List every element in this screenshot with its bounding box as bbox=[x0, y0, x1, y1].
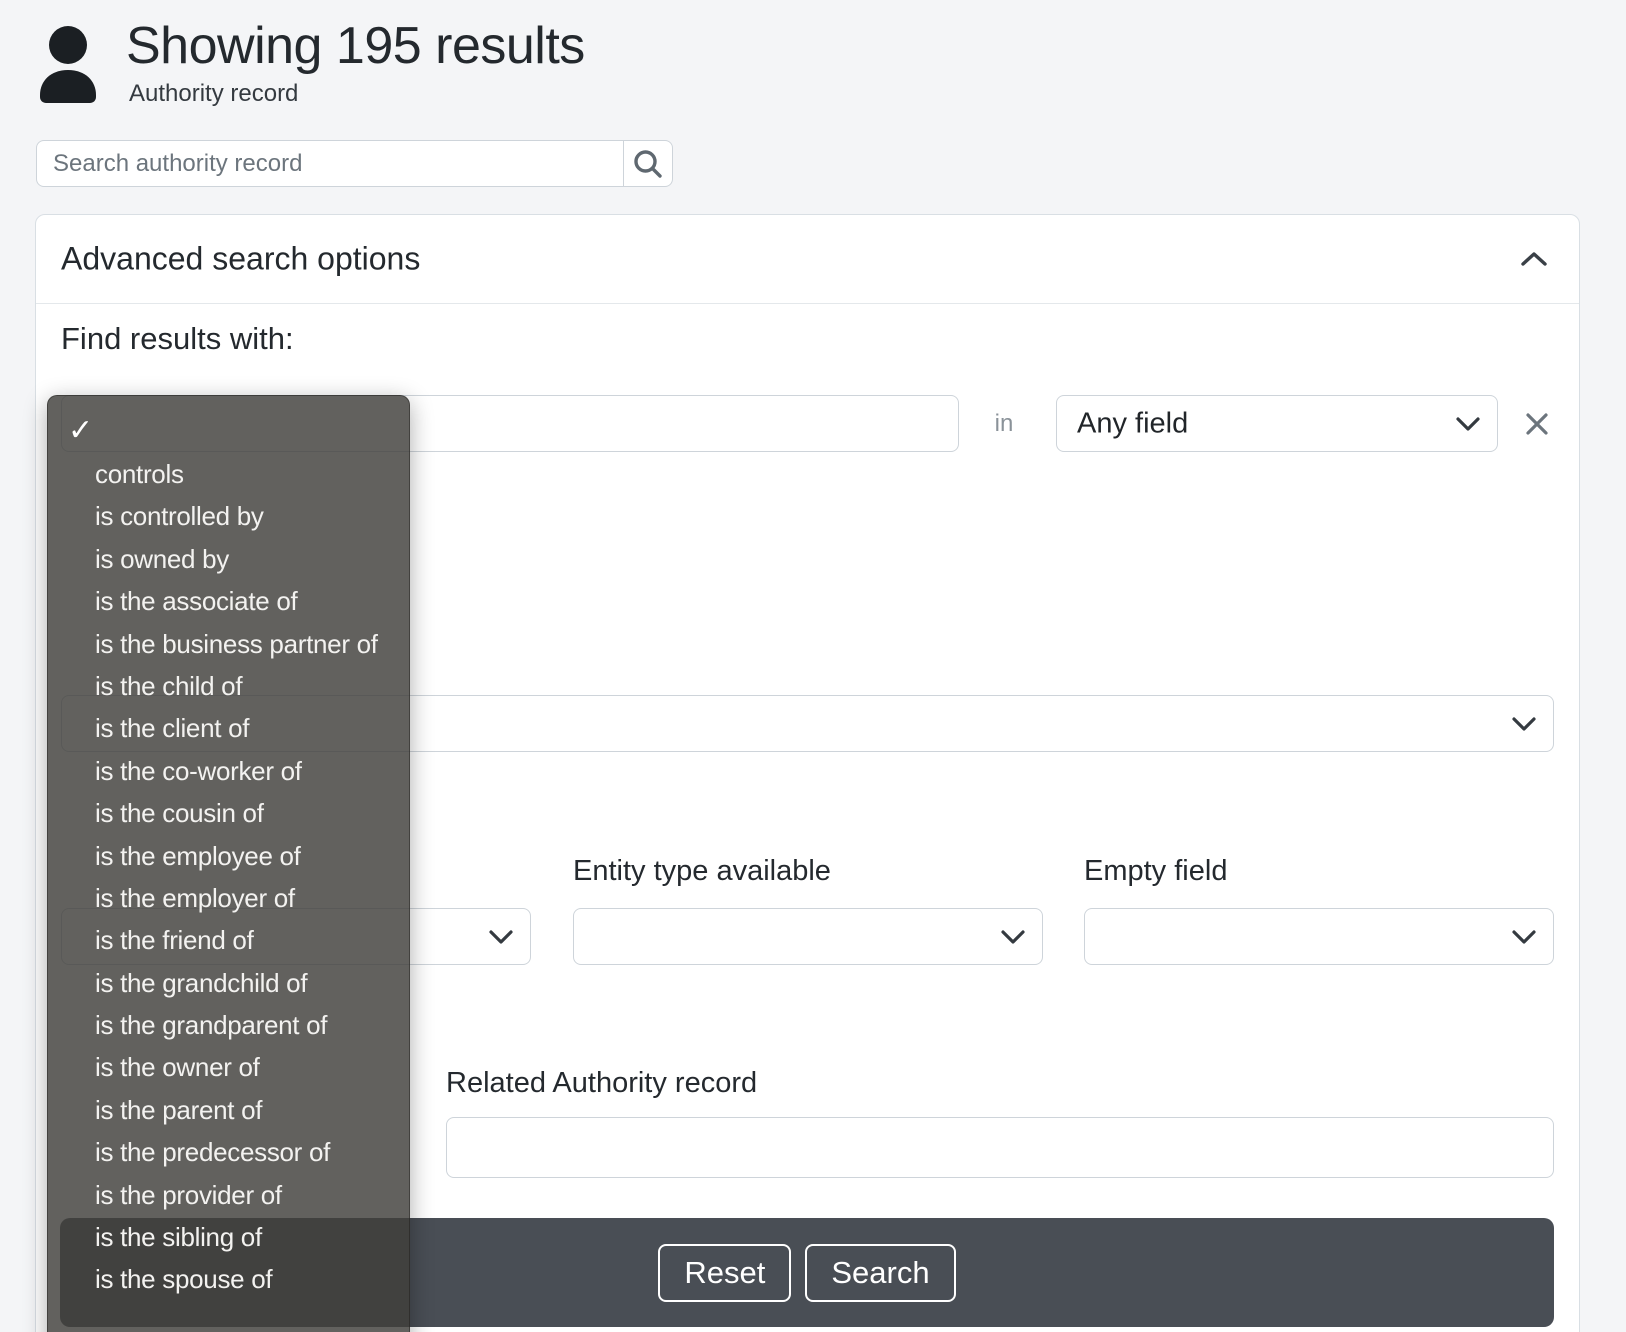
search-submit-button[interactable] bbox=[623, 141, 672, 186]
dropdown-option[interactable]: is owned by bbox=[48, 538, 409, 580]
chevron-down-icon bbox=[1511, 716, 1537, 732]
checkmark-icon: ✓ bbox=[68, 414, 93, 447]
dropdown-options: controlsis controlled byis owned byis th… bbox=[48, 453, 409, 1301]
dropdown-option[interactable]: is the child of bbox=[48, 665, 409, 707]
dropdown-option[interactable]: is the parent of bbox=[48, 1089, 409, 1131]
chevron-down-icon bbox=[488, 929, 514, 945]
dropdown-option[interactable]: is controlled by bbox=[48, 495, 409, 537]
dropdown-option[interactable]: controls bbox=[48, 453, 409, 495]
field-select[interactable]: Any field bbox=[1056, 395, 1498, 452]
empty-field-label: Empty field bbox=[1084, 855, 1227, 888]
dropdown-option[interactable]: is the employee of bbox=[48, 835, 409, 877]
remove-criterion-button[interactable] bbox=[1522, 409, 1552, 439]
search-input[interactable] bbox=[37, 141, 623, 186]
close-icon bbox=[1525, 412, 1549, 436]
find-results-label: Find results with: bbox=[61, 321, 294, 357]
search-box bbox=[36, 140, 673, 187]
dropdown-option[interactable]: is the cousin of bbox=[48, 792, 409, 834]
dropdown-option[interactable]: is the associate of bbox=[48, 580, 409, 622]
search-button[interactable]: Search bbox=[805, 1244, 955, 1302]
dropdown-option[interactable]: is the client of bbox=[48, 707, 409, 749]
authority-search-page: Showing 195 results Authority record Adv… bbox=[0, 0, 1626, 1332]
dropdown-option[interactable]: is the grandchild of bbox=[48, 962, 409, 1004]
related-authority-field bbox=[446, 1117, 1554, 1178]
page-subtitle: Authority record bbox=[129, 80, 298, 108]
reset-button[interactable]: Reset bbox=[658, 1244, 791, 1302]
in-label: in bbox=[964, 395, 1044, 452]
dropdown-option[interactable]: is the co-worker of bbox=[48, 750, 409, 792]
person-icon bbox=[36, 25, 100, 103]
entity-type-label: Entity type available bbox=[573, 855, 831, 888]
chevron-down-icon bbox=[1455, 416, 1481, 432]
relationship-type-dropdown: ✓ controlsis controlled byis owned byis … bbox=[47, 395, 410, 1332]
chevron-down-icon bbox=[1000, 929, 1026, 945]
dropdown-option[interactable]: is the business partner of bbox=[48, 623, 409, 665]
chevron-down-icon bbox=[1511, 929, 1537, 945]
search-icon bbox=[631, 147, 665, 181]
related-authority-label: Related Authority record bbox=[446, 1067, 757, 1100]
dropdown-option[interactable]: is the provider of bbox=[48, 1174, 409, 1216]
chevron-up-icon bbox=[1520, 250, 1548, 268]
field-select-value: Any field bbox=[1077, 407, 1188, 440]
dropdown-option[interactable]: is the grandparent of bbox=[48, 1004, 409, 1046]
dropdown-option[interactable]: is the spouse of bbox=[48, 1258, 409, 1300]
empty-field-select[interactable] bbox=[1084, 908, 1554, 965]
page-title: Showing 195 results bbox=[126, 16, 585, 76]
advanced-search-title: Advanced search options bbox=[61, 241, 420, 278]
dropdown-option[interactable]: is the sibling of bbox=[48, 1216, 409, 1258]
dropdown-selected-empty-option[interactable]: ✓ bbox=[48, 409, 409, 453]
dropdown-option[interactable]: is the owner of bbox=[48, 1046, 409, 1088]
dropdown-option[interactable]: is the friend of bbox=[48, 919, 409, 961]
collapse-panel-button[interactable] bbox=[1519, 244, 1549, 274]
dropdown-option[interactable]: is the employer of bbox=[48, 877, 409, 919]
related-authority-input[interactable] bbox=[447, 1118, 1553, 1177]
entity-type-select[interactable] bbox=[573, 908, 1043, 965]
dropdown-option[interactable]: is the predecessor of bbox=[48, 1131, 409, 1173]
advanced-search-header[interactable]: Advanced search options bbox=[36, 215, 1579, 304]
